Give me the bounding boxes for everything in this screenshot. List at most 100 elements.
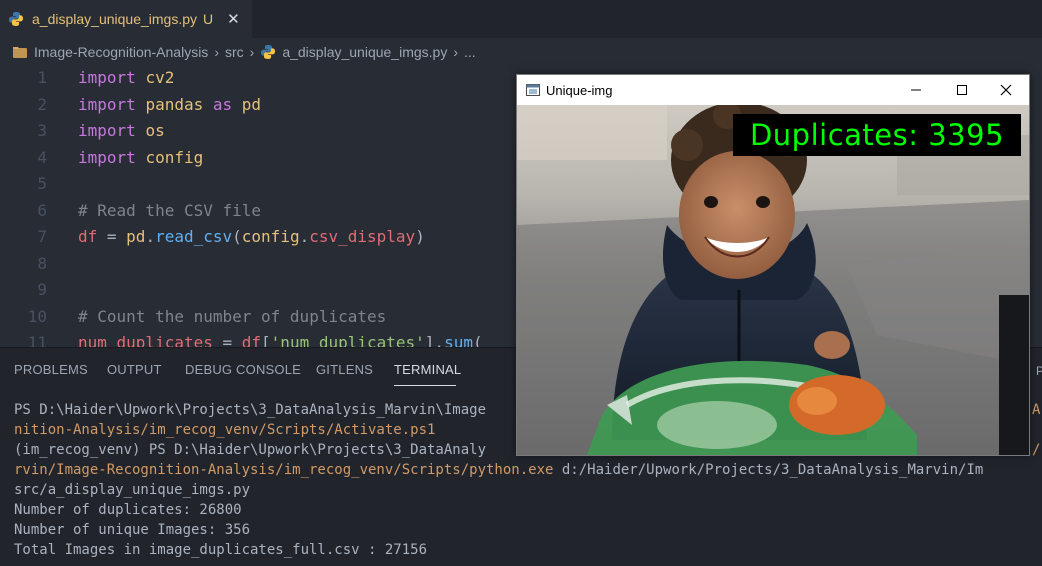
- minimize-icon: [911, 89, 921, 91]
- code-text: import config: [78, 145, 203, 171]
- breadcrumb-folder[interactable]: src: [225, 44, 244, 60]
- line-number: 3: [37, 121, 47, 140]
- line-number: 11: [27, 333, 47, 347]
- terminal-text: Number of duplicates: 26800: [14, 502, 242, 518]
- terminal-line: Number of unique Images: 356: [14, 520, 1042, 540]
- line-number: 1: [37, 68, 47, 87]
- line-number: 8: [37, 253, 47, 273]
- tab-gitlens[interactable]: GITLENS: [316, 362, 373, 377]
- maximize-icon: [957, 85, 967, 95]
- panel-right-peek: P: [1036, 364, 1042, 378]
- breadcrumb-root[interactable]: Image-Recognition-Analysis: [34, 44, 208, 60]
- code-token: import: [78, 121, 136, 140]
- code-token: # Count the number of duplicates: [78, 306, 387, 326]
- line-number: 5: [37, 174, 47, 193]
- terminal-line: rvin/Image-Recognition-Analysis/im_recog…: [14, 460, 1042, 480]
- window-title: Unique-img: [546, 82, 613, 98]
- code-text: # Count the number of duplicates: [78, 304, 386, 330]
- active-tab-indicator: [394, 385, 456, 386]
- breadcrumb-more[interactable]: ...: [464, 44, 476, 60]
- code-token: (: [232, 227, 242, 246]
- image-window[interactable]: Unique-img Duplicates: 3395: [516, 74, 1030, 456]
- code-token: cv2: [145, 68, 175, 87]
- code-token: os: [145, 121, 165, 140]
- line-number: 4: [37, 147, 47, 167]
- editor-tab[interactable]: a_display_unique_imgs.py U ✕: [0, 0, 252, 38]
- code-token: df: [241, 333, 262, 347]
- terminal-overflow-text: A: [1032, 402, 1041, 418]
- editor-tab-bar: a_display_unique_imgs.py U ✕: [0, 0, 1042, 38]
- code-token: .: [299, 227, 310, 246]
- line-number: 2: [37, 94, 47, 114]
- breadcrumb: Image-Recognition-Analysis › src › a_dis…: [0, 38, 1042, 66]
- python-icon: [9, 12, 23, 26]
- chevron-right-icon: ›: [249, 44, 255, 60]
- duplicates-overlay: Duplicates: 3395: [733, 114, 1021, 156]
- window-titlebar[interactable]: Unique-img: [517, 75, 1029, 105]
- tab-problems[interactable]: PROBLEMS: [14, 362, 88, 377]
- code-token: pandas: [145, 94, 204, 114]
- code-token: =: [97, 227, 127, 246]
- code-text: num_duplicates = df['num_duplicates'].su…: [78, 330, 483, 347]
- displayed-photo: Duplicates: 3395: [517, 105, 1029, 455]
- code-token: pd: [241, 94, 262, 114]
- code-token: config: [241, 227, 300, 246]
- code-text: import pandas as pd: [78, 92, 261, 118]
- tab-filename: a_display_unique_imgs.py: [32, 11, 197, 27]
- tab-terminal[interactable]: TERMINAL: [394, 362, 461, 377]
- breadcrumb-file[interactable]: a_display_unique_imgs.py: [282, 44, 447, 60]
- modified-badge: U: [203, 11, 214, 27]
- window-app-icon: [526, 84, 540, 96]
- terminal-text: PS D:\Haider\Upwork\Projects\3_DataAnaly…: [14, 402, 487, 418]
- folder-icon: [13, 47, 27, 58]
- code-text: # Read the CSV file: [78, 198, 261, 224]
- code-token: pd: [126, 227, 146, 246]
- chevron-right-icon: ›: [453, 44, 458, 60]
- code-token: read_csv: [155, 227, 233, 246]
- terminal-text: rvin/Image-Recognition-Analysis/im_recog…: [14, 462, 554, 478]
- code-token: num_duplicates: [78, 333, 213, 347]
- close-window-button[interactable]: [983, 75, 1029, 105]
- terminal-line: Number of duplicates: 26800: [14, 500, 1042, 520]
- tab-output[interactable]: OUTPUT: [107, 362, 162, 377]
- terminal-line: Total Images in image_duplicates_full.cs…: [14, 540, 1042, 560]
- code-token: as: [212, 94, 233, 114]
- tab-debug-console[interactable]: DEBUG CONSOLE: [185, 362, 301, 377]
- line-number: 9: [37, 280, 47, 299]
- maximize-button[interactable]: [939, 75, 985, 105]
- code-text: df = pd.read_csv(config.csv_display): [78, 224, 425, 250]
- minimize-button[interactable]: [893, 75, 939, 105]
- line-number: 10: [27, 306, 47, 326]
- code-token: csv_display: [309, 227, 416, 246]
- code-token: import: [78, 94, 136, 114]
- terminal-text: (im_recog_venv) PS D:\Haider\Upwork\Proj…: [14, 442, 487, 458]
- code-token: sum: [444, 333, 473, 347]
- code-token: .: [145, 227, 156, 246]
- close-icon: [1000, 84, 1012, 96]
- code-token: 'num_duplicates': [270, 333, 425, 347]
- line-number: 6: [37, 200, 47, 220]
- terminal-text: src/a_display_unique_imgs.py: [14, 482, 251, 498]
- terminal-overflow-text: /: [1032, 442, 1041, 458]
- code-text: import cv2: [78, 66, 174, 91]
- chevron-right-icon: ›: [214, 44, 219, 60]
- code-token: (: [472, 333, 483, 347]
- terminal-text: d:/Haider/Upwork/Projects/3_DataAnalysis…: [553, 462, 984, 478]
- terminal-text: Number of unique Images: 356: [14, 522, 251, 538]
- terminal-text: nition-Analysis/im_recog_venv/Scripts/Ac…: [14, 422, 436, 438]
- code-text: import os: [78, 118, 165, 144]
- code-token: import: [78, 147, 136, 167]
- line-number: 7: [37, 227, 47, 246]
- code-token: ): [415, 227, 425, 246]
- close-icon[interactable]: ✕: [227, 10, 240, 28]
- code-token: import: [78, 68, 136, 87]
- terminal-line: src/a_display_unique_imgs.py: [14, 480, 1042, 500]
- python-icon: [261, 45, 276, 59]
- code-token: # Read the CSV file: [78, 200, 262, 220]
